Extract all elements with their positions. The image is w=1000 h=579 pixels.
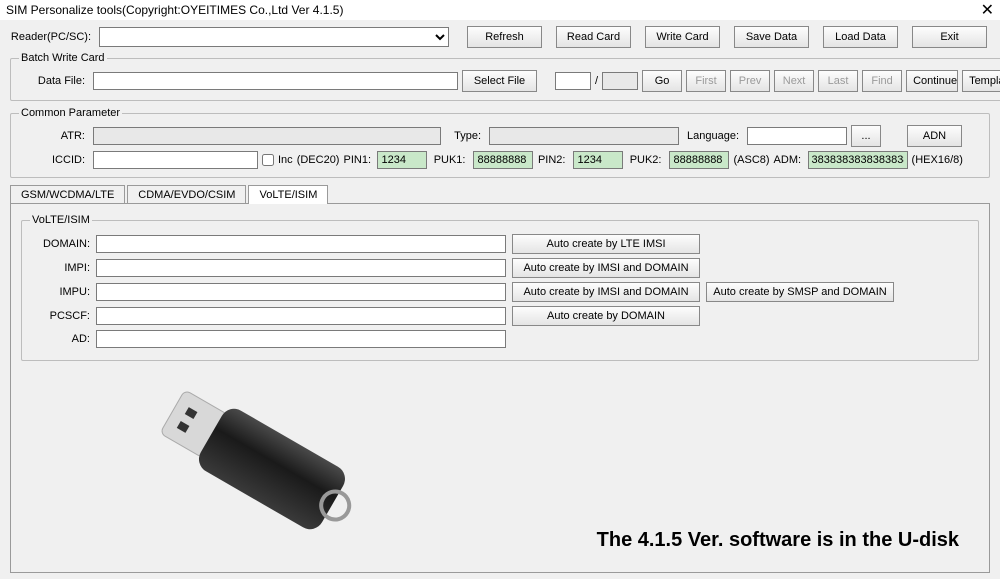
atr-label: ATR: (19, 130, 89, 142)
type-input (489, 127, 679, 145)
pcscf-label: PCSCF: (30, 310, 90, 322)
language-input[interactable] (747, 127, 847, 145)
pin2-label: PIN2: (537, 154, 569, 166)
impu-input[interactable] (96, 283, 506, 301)
pin1-input[interactable] (377, 151, 427, 169)
iccid-input[interactable] (93, 151, 258, 169)
last-button[interactable]: Last (818, 70, 858, 92)
footer-text: The 4.1.5 Ver. software is in the U-disk (597, 529, 959, 552)
domain-label: DOMAIN: (30, 238, 90, 250)
write-card-button[interactable]: Write Card (645, 26, 720, 48)
batch-fieldset: Batch Write Card Data File: Select File … (10, 52, 1000, 101)
impi-input[interactable] (96, 259, 506, 277)
next-button[interactable]: Next (774, 70, 814, 92)
language-label: Language: (683, 130, 743, 142)
load-data-button[interactable]: Load Data (823, 26, 898, 48)
window-title: SIM Personalize tools(Copyright:OYEITIME… (6, 3, 343, 17)
auto-domain-button[interactable]: Auto create by LTE IMSI (512, 234, 700, 254)
adn-button[interactable]: ADN (907, 125, 962, 147)
find-button[interactable]: Find (862, 70, 902, 92)
dec20-label: (DEC20) (297, 154, 340, 166)
type-label: Type: (445, 130, 485, 142)
save-data-button[interactable]: Save Data (734, 26, 809, 48)
iccid-label: ICCID: (19, 154, 89, 166)
impi-label: IMPI: (30, 262, 90, 274)
pin1-label: PIN1: (343, 154, 373, 166)
exit-button[interactable]: Exit (912, 26, 987, 48)
atr-input (93, 127, 441, 145)
prev-button[interactable]: Prev (730, 70, 770, 92)
first-button[interactable]: First (686, 70, 726, 92)
data-file-label: Data File: (19, 75, 89, 87)
hex16-label: (HEX16/8) (912, 154, 963, 166)
tab-gsm[interactable]: GSM/WCDMA/LTE (10, 185, 125, 204)
pcscf-input[interactable] (96, 307, 506, 325)
go-button[interactable]: Go (642, 70, 682, 92)
inc-label: Inc (278, 154, 293, 166)
pin2-input[interactable] (573, 151, 623, 169)
tab-volte[interactable]: VoLTE/ISIM (248, 185, 328, 204)
impu-label: IMPU: (30, 286, 90, 298)
auto-impu2-button[interactable]: Auto create by SMSP and DOMAIN (706, 282, 894, 302)
adm-input[interactable] (808, 151, 908, 169)
common-fieldset: Common Parameter ATR: Type: Language: ..… (10, 107, 990, 178)
ad-label: AD: (30, 333, 90, 345)
volte-fieldset: VoLTE/ISIM DOMAIN: Auto create by LTE IM… (21, 214, 979, 361)
puk1-label: PUK1: (431, 154, 469, 166)
batch-legend: Batch Write Card (19, 52, 107, 64)
read-card-button[interactable]: Read Card (556, 26, 631, 48)
auto-impi-button[interactable]: Auto create by IMSI and DOMAIN (512, 258, 700, 278)
domain-input[interactable] (96, 235, 506, 253)
page-separator: / (595, 75, 598, 87)
data-file-input[interactable] (93, 72, 458, 90)
puk2-input[interactable] (669, 151, 729, 169)
puk2-label: PUK2: (627, 154, 665, 166)
adm-label: ADM: (774, 154, 804, 166)
language-ellipsis-button[interactable]: ... (851, 125, 881, 147)
usb-drive-image (101, 344, 391, 564)
tab-bar: GSM/WCDMA/LTE CDMA/EVDO/CSIM VoLTE/ISIM (10, 184, 990, 203)
volte-legend: VoLTE/ISIM (30, 214, 92, 226)
continue-button[interactable]: Continue (906, 70, 958, 92)
inc-checkbox[interactable] (262, 154, 274, 166)
page-from-input[interactable] (555, 72, 591, 90)
reader-select[interactable] (99, 27, 449, 47)
puk1-input[interactable] (473, 151, 533, 169)
template-button[interactable]: Template (962, 70, 1000, 92)
asc8-label: (ASC8) (733, 154, 769, 166)
common-legend: Common Parameter (19, 107, 122, 119)
select-file-button[interactable]: Select File (462, 70, 537, 92)
auto-impu1-button[interactable]: Auto create by IMSI and DOMAIN (512, 282, 700, 302)
reader-label: Reader(PC/SC): (10, 31, 95, 43)
close-icon[interactable]: ✕ (981, 0, 994, 20)
auto-pcscf-button[interactable]: Auto create by DOMAIN (512, 306, 700, 326)
refresh-button[interactable]: Refresh (467, 26, 542, 48)
page-to-input (602, 72, 638, 90)
tab-cdma[interactable]: CDMA/EVDO/CSIM (127, 185, 246, 204)
tab-panel: VoLTE/ISIM DOMAIN: Auto create by LTE IM… (10, 203, 990, 573)
